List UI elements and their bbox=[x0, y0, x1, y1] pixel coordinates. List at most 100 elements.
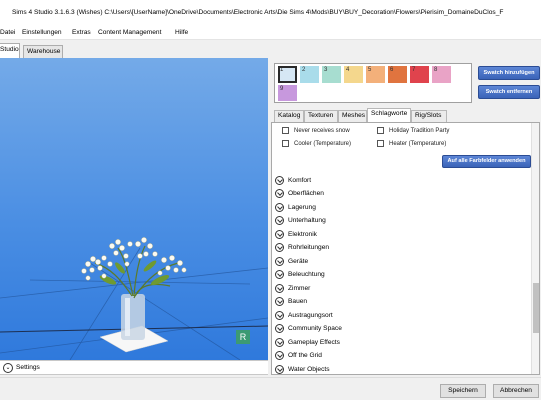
cancel-button[interactable]: Abbrechen bbox=[493, 384, 539, 398]
category-community-space[interactable]: Community Space bbox=[275, 324, 342, 335]
settings-bar[interactable]: ⌄ Settings bbox=[0, 360, 268, 375]
swatch-8[interactable]: 8 bbox=[432, 66, 451, 83]
swatch-label: 8 bbox=[434, 67, 438, 73]
remove-swatch-button[interactable]: Swatch entfernen bbox=[478, 85, 540, 99]
swatch-label: 4 bbox=[346, 67, 350, 73]
window-title: Sims 4 Studio 3.1.6.3 (Wishes) C:\Users\… bbox=[12, 9, 504, 16]
category-water-objects[interactable]: Water Objects bbox=[275, 365, 330, 374]
swatch-5[interactable]: 5 bbox=[366, 66, 385, 83]
checkbox-holiday-tradition-party[interactable]: Holiday Tradition Party bbox=[377, 127, 449, 134]
tab-warehouse[interactable]: Warehouse bbox=[23, 45, 63, 58]
checkbox-box[interactable] bbox=[377, 127, 384, 134]
panel-tabs: Katalog Texturen Meshes Schlagworte Rig/… bbox=[272, 108, 541, 122]
category-label: Community Space bbox=[288, 325, 342, 332]
expand-chevron-icon[interactable] bbox=[275, 203, 284, 212]
checkbox-heater-temperature[interactable]: Heater (Temperature) bbox=[377, 140, 446, 147]
category-label: Rohrleitungen bbox=[288, 244, 330, 251]
menu-content-management[interactable]: Content Management bbox=[98, 29, 161, 36]
expand-chevron-icon[interactable] bbox=[275, 189, 284, 198]
category-lagerung[interactable]: Lagerung bbox=[275, 203, 316, 214]
swatch-label: 6 bbox=[390, 67, 394, 73]
expand-chevron-icon[interactable] bbox=[275, 243, 284, 252]
footer-bar: Speichern Abbrechen bbox=[0, 377, 541, 400]
expand-chevron-icon[interactable]: ⌄ bbox=[3, 363, 13, 373]
expand-chevron-icon[interactable] bbox=[275, 216, 284, 225]
category-zimmer[interactable]: Zimmer bbox=[275, 284, 310, 295]
expand-chevron-icon[interactable] bbox=[275, 257, 284, 266]
expand-chevron-icon[interactable] bbox=[275, 230, 284, 239]
checkbox-box[interactable] bbox=[282, 127, 289, 134]
tab-texturen[interactable]: Texturen bbox=[304, 110, 338, 122]
category-elektronik[interactable]: Elektronik bbox=[275, 230, 317, 241]
swatch-label: 2 bbox=[302, 67, 306, 73]
swatch-2[interactable]: 2 bbox=[300, 66, 319, 83]
checkbox-cooler-temperature[interactable]: Cooler (Temperature) bbox=[282, 140, 351, 147]
tab-katalog[interactable]: Katalog bbox=[274, 110, 304, 122]
category-geraete[interactable]: Geräte bbox=[275, 257, 308, 268]
app-window: Sims 4 Studio 3.1.6.3 (Wishes) C:\Users\… bbox=[0, 0, 541, 400]
category-off-the-grid[interactable]: Off the Grid bbox=[275, 351, 322, 362]
tab-rig-slots[interactable]: Rig/Slots bbox=[411, 110, 447, 122]
swatch-label: 5 bbox=[368, 67, 372, 73]
category-oberflaechen[interactable]: Oberflächen bbox=[275, 189, 324, 200]
expand-chevron-icon[interactable] bbox=[275, 338, 284, 347]
swatch-label: 9 bbox=[280, 86, 284, 92]
category-label: Oberflächen bbox=[288, 190, 324, 197]
checkbox-label: Never receives snow bbox=[294, 128, 350, 135]
category-label: Lagerung bbox=[288, 204, 316, 211]
scene-render bbox=[0, 237, 268, 360]
tab-meshes[interactable]: Meshes bbox=[338, 110, 367, 122]
expand-chevron-icon[interactable] bbox=[275, 311, 284, 320]
expand-chevron-icon[interactable] bbox=[275, 270, 284, 279]
category-unterhaltung[interactable]: Unterhaltung bbox=[275, 216, 326, 227]
expand-chevron-icon[interactable] bbox=[275, 176, 284, 185]
category-label: Geräte bbox=[288, 258, 309, 265]
tab-schlagworte[interactable]: Schlagworte bbox=[367, 108, 411, 122]
swatch-grid: 1 2 3 4 5 6 7 8 9 bbox=[274, 63, 472, 103]
swatch-label: 3 bbox=[324, 67, 328, 73]
swatch-9[interactable]: 9 bbox=[278, 85, 297, 101]
category-label: Zimmer bbox=[288, 285, 311, 292]
category-label: Komfort bbox=[288, 177, 312, 184]
scrollbar-thumb[interactable] bbox=[533, 283, 539, 333]
vertical-scrollbar[interactable] bbox=[531, 123, 539, 374]
swatch-4[interactable]: 4 bbox=[344, 66, 363, 83]
category-austragungsort[interactable]: Austragungsort bbox=[275, 311, 333, 322]
menu-einstellungen[interactable]: Einstellungen bbox=[22, 29, 62, 36]
document-tabs: Studio Warehouse bbox=[0, 41, 270, 58]
swatch-label: 7 bbox=[412, 67, 416, 73]
category-gameplay-effects[interactable]: Gameplay Effects bbox=[275, 338, 340, 349]
expand-chevron-icon[interactable] bbox=[275, 324, 284, 333]
title-bar: Sims 4 Studio 3.1.6.3 (Wishes) C:\Users\… bbox=[0, 0, 541, 26]
category-bauen[interactable]: Bauen bbox=[275, 297, 307, 308]
settings-label: Settings bbox=[16, 364, 40, 371]
menu-hilfe[interactable]: Hilfe bbox=[175, 29, 188, 36]
save-button[interactable]: Speichern bbox=[440, 384, 486, 398]
checkbox-box[interactable] bbox=[282, 140, 289, 147]
swatch-7[interactable]: 7 bbox=[410, 66, 429, 83]
swatch-1[interactable]: 1 bbox=[278, 66, 297, 83]
swatch-3[interactable]: 3 bbox=[322, 66, 341, 83]
expand-chevron-icon[interactable] bbox=[275, 351, 284, 360]
tags-panel: Never receives snow Holiday Tradition Pa… bbox=[271, 122, 540, 375]
expand-chevron-icon[interactable] bbox=[275, 365, 284, 374]
checkbox-label: Holiday Tradition Party bbox=[389, 128, 450, 135]
menu-extras[interactable]: Extras bbox=[72, 29, 91, 36]
checkbox-never-receives-snow[interactable]: Never receives snow bbox=[282, 127, 350, 134]
menu-datei[interactable]: Datei bbox=[0, 29, 15, 36]
menu-bar: Datei Einstellungen Extras Content Manag… bbox=[0, 26, 541, 40]
r-badge-icon[interactable]: R bbox=[236, 330, 250, 344]
category-rohrleitungen[interactable]: Rohrleitungen bbox=[275, 243, 329, 254]
apply-to-all-swatches-button[interactable]: Auf alle Farbfelder anwenden bbox=[442, 155, 531, 168]
expand-chevron-icon[interactable] bbox=[275, 284, 284, 293]
add-swatch-button[interactable]: Swatch hinzufügen bbox=[478, 66, 540, 80]
category-komfort[interactable]: Komfort bbox=[275, 176, 311, 187]
3d-viewport[interactable]: R bbox=[0, 58, 268, 360]
expand-chevron-icon[interactable] bbox=[275, 297, 284, 306]
category-label: Bauen bbox=[288, 298, 308, 305]
swatch-6[interactable]: 6 bbox=[388, 66, 407, 83]
checkbox-label: Cooler (Temperature) bbox=[294, 141, 352, 148]
tab-studio[interactable]: Studio bbox=[0, 43, 20, 58]
category-beleuchtung[interactable]: Beleuchtung bbox=[275, 270, 325, 281]
checkbox-box[interactable] bbox=[377, 140, 384, 147]
